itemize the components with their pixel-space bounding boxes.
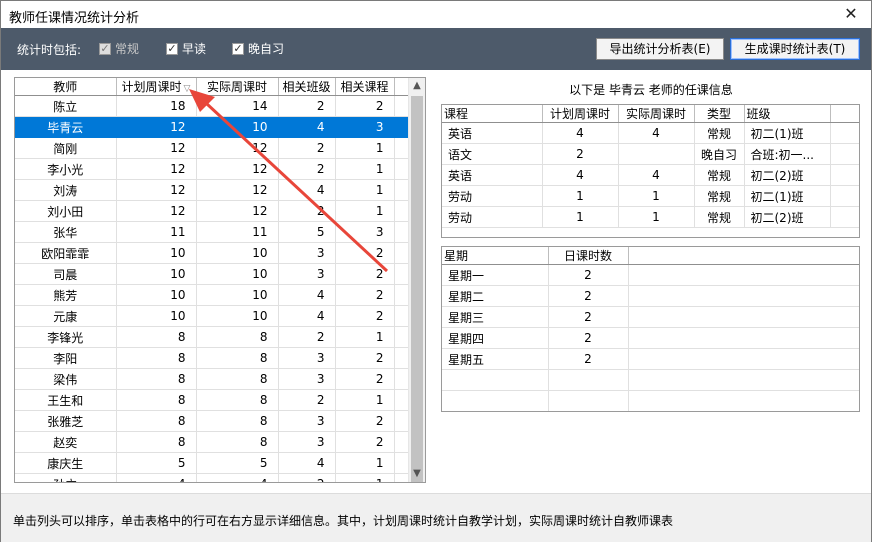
- status-bar: 单击列头可以排序，单击表格中的行可在右方显示详细信息。其中，计划周课时统计自教学…: [1, 493, 871, 542]
- main-window: 教师任课情况统计分析 ✕ 统计时包括: ✓ 常规 ✓ 早读 ✓ 晚自习 导出统计…: [0, 0, 872, 542]
- arrow-shaft: [205, 102, 389, 273]
- status-text: 单击列头可以排序，单击表格中的行可在右方显示详细信息。其中，计划周课时统计自教学…: [13, 514, 674, 528]
- annotation-arrow: [189, 89, 389, 273]
